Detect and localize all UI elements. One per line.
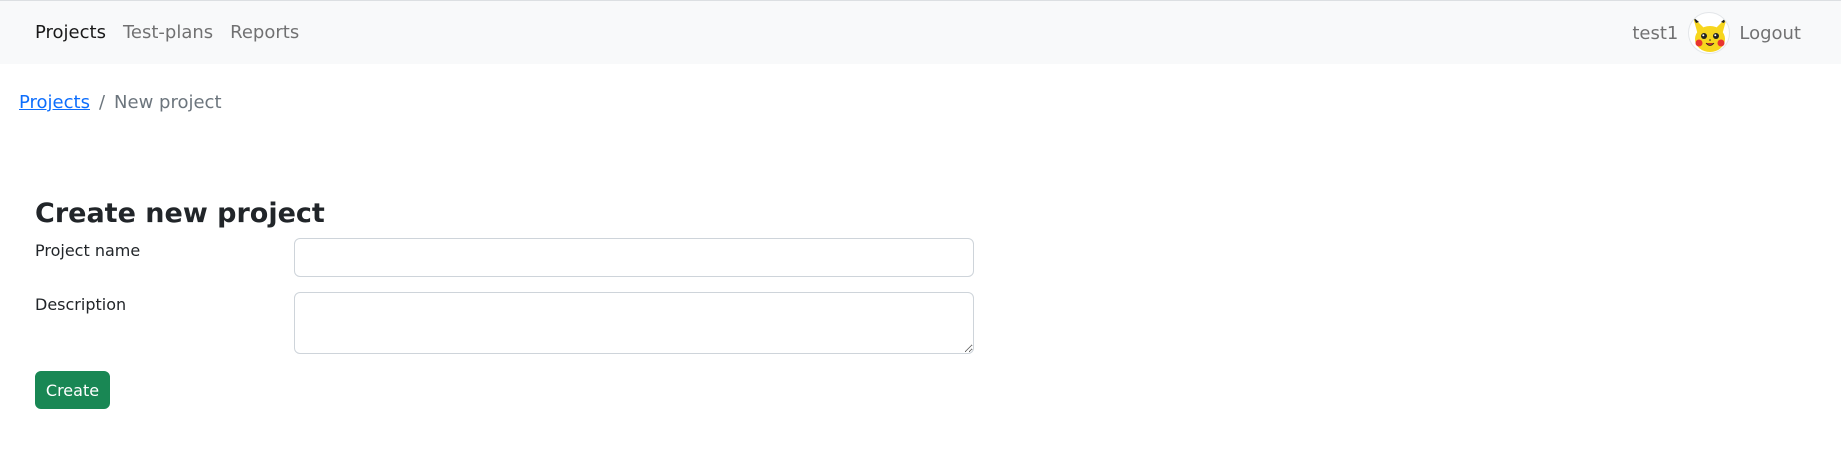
- nav-link-projects[interactable]: Projects: [35, 21, 106, 45]
- project-name-input[interactable]: [294, 238, 974, 277]
- breadcrumb: Projects / New project: [19, 91, 222, 115]
- breadcrumb-current: New project: [114, 92, 222, 113]
- description-textarea[interactable]: [294, 292, 974, 354]
- description-label: Description: [35, 295, 127, 314]
- logout-link[interactable]: Logout: [1739, 23, 1801, 44]
- create-button[interactable]: Create: [35, 371, 110, 409]
- nav-link-reports[interactable]: Reports: [230, 21, 299, 45]
- nav-link-test-plans[interactable]: Test-plans: [123, 21, 213, 45]
- username-label: test1: [1632, 22, 1679, 44]
- pikachu-avatar-icon: [1693, 17, 1728, 52]
- top-navbar: Projects Test-plans Reports test1 Logout: [0, 0, 1841, 64]
- avatar[interactable]: [1688, 12, 1731, 54]
- breadcrumb-separator: /: [98, 92, 106, 113]
- breadcrumb-link-projects[interactable]: Projects: [19, 91, 90, 115]
- project-name-label: Project name: [35, 241, 141, 260]
- nav-links: Projects Test-plans Reports: [35, 21, 299, 45]
- user-menu: test1 Logout: [1632, 12, 1801, 54]
- page-title: Create new project: [35, 198, 325, 229]
